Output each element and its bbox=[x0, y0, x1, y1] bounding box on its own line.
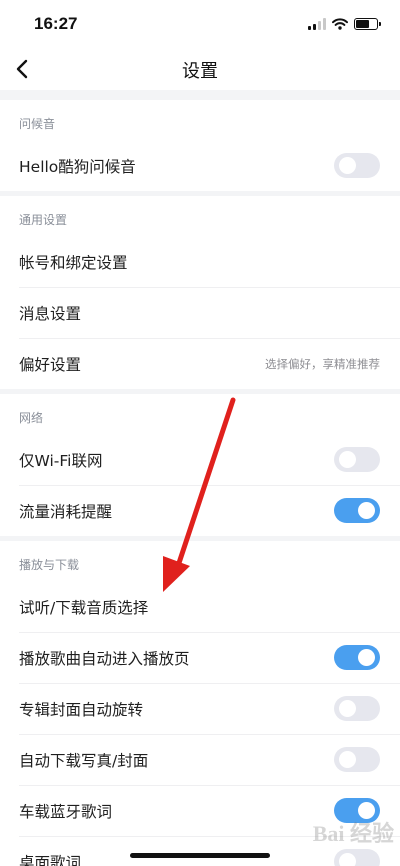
section-network: 网络 仅Wi-Fi联网 流量消耗提醒 bbox=[0, 394, 400, 536]
setting-label: 仅Wi-Fi联网 bbox=[19, 451, 103, 470]
setting-row-message[interactable]: 消息设置 bbox=[0, 287, 400, 338]
wifi-only-toggle[interactable] bbox=[334, 447, 380, 472]
section-general: 通用设置 帐号和绑定设置 消息设置 偏好设置 选择偏好，享精准推荐 bbox=[0, 196, 400, 389]
setting-label: 自动下载写真/封面 bbox=[19, 751, 149, 770]
nav-bar: 设置 bbox=[0, 48, 400, 90]
cover-rotate-toggle[interactable] bbox=[334, 696, 380, 721]
auto-player-toggle[interactable] bbox=[334, 645, 380, 670]
setting-label: 桌面歌词 bbox=[19, 853, 82, 866]
setting-row-wifi-only[interactable]: 仅Wi-Fi联网 bbox=[0, 434, 400, 485]
auto-download-cover-toggle[interactable] bbox=[334, 747, 380, 772]
status-icons bbox=[308, 17, 381, 31]
setting-row-cover-rotate[interactable]: 专辑封面自动旋转 bbox=[0, 683, 400, 734]
home-indicator[interactable] bbox=[130, 853, 270, 858]
setting-label: 车载蓝牙歌词 bbox=[19, 802, 113, 821]
setting-row-data-reminder[interactable]: 流量消耗提醒 bbox=[0, 485, 400, 536]
setting-label: 播放歌曲自动进入播放页 bbox=[19, 649, 190, 668]
setting-label: 帐号和绑定设置 bbox=[19, 253, 128, 272]
section-header: 播放与下载 bbox=[19, 558, 80, 572]
desktop-lyrics-toggle[interactable] bbox=[334, 849, 380, 866]
setting-label: 流量消耗提醒 bbox=[19, 502, 113, 521]
setting-label: 试听/下载音质选择 bbox=[19, 598, 149, 617]
setting-row-audio-quality[interactable]: 试听/下载音质选择 bbox=[0, 581, 400, 632]
setting-hint: 选择偏好，享精准推荐 bbox=[265, 356, 380, 371]
section-header: 问候音 bbox=[19, 117, 56, 131]
setting-label: Hello酷狗问候音 bbox=[19, 157, 136, 176]
watermark: Bai 经验 bbox=[312, 821, 394, 846]
setting-row-preference[interactable]: 偏好设置 选择偏好，享精准推荐 bbox=[0, 338, 400, 389]
section-greeting: 问候音 Hello酷狗问候音 bbox=[0, 100, 400, 191]
setting-label: 偏好设置 bbox=[19, 355, 82, 374]
wifi-icon bbox=[332, 18, 348, 30]
setting-row-auto-download-cover[interactable]: 自动下载写真/封面 bbox=[0, 734, 400, 785]
section-header: 网络 bbox=[19, 411, 44, 425]
page-title: 设置 bbox=[182, 61, 218, 82]
status-time: 16:27 bbox=[34, 14, 78, 33]
setting-label: 消息设置 bbox=[19, 304, 82, 323]
setting-label: 专辑封面自动旋转 bbox=[19, 700, 144, 719]
battery-icon bbox=[354, 18, 381, 30]
greeting-toggle[interactable] bbox=[334, 153, 380, 178]
setting-row-account[interactable]: 帐号和绑定设置 bbox=[0, 236, 400, 287]
cellular-signal-icon bbox=[308, 18, 326, 30]
status-bar: 16:27 bbox=[0, 0, 400, 48]
setting-row-auto-player[interactable]: 播放歌曲自动进入播放页 bbox=[0, 632, 400, 683]
data-reminder-toggle[interactable] bbox=[334, 498, 380, 523]
section-header: 通用设置 bbox=[19, 213, 68, 227]
setting-row-greeting[interactable]: Hello酷狗问候音 bbox=[0, 140, 400, 191]
